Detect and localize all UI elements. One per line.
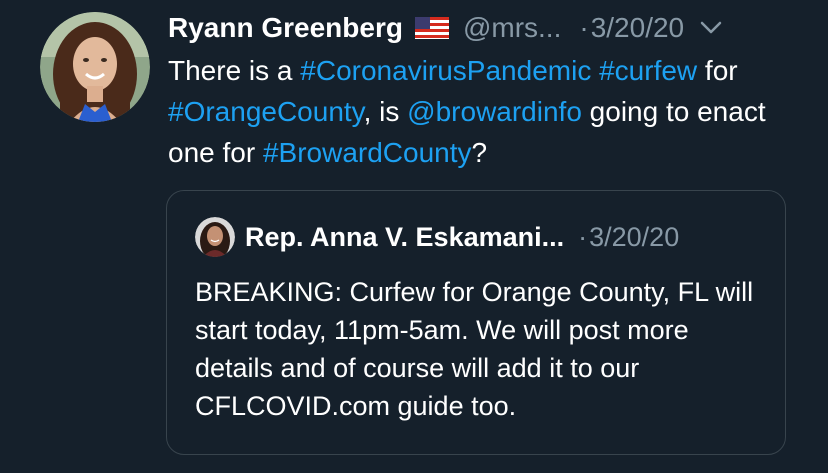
hashtag-orangecounty[interactable]: #OrangeCounty	[168, 96, 364, 127]
tweet-header: Ryann Greenberg @mrs... · 3/20/20	[168, 8, 808, 48]
text-segment: There is a	[168, 55, 301, 86]
author-avatar[interactable]	[40, 12, 150, 122]
hashtag-curfew[interactable]: #curfew	[599, 55, 697, 86]
text-segment: ?	[471, 137, 488, 168]
mention-browardinfo[interactable]: @browardinfo	[407, 96, 582, 127]
us-flag-icon	[414, 17, 449, 39]
tweet-text: There is a #CoronavirusPandemic #curfew …	[168, 50, 808, 173]
hashtag-browardcounty[interactable]: #BrowardCounty	[263, 137, 472, 168]
tweet[interactable]: Ryann Greenberg @mrs... · 3/20/20 There …	[0, 0, 828, 473]
chevron-down-icon[interactable]	[700, 21, 722, 35]
separator-dot: ·	[579, 12, 589, 43]
text-segment: for	[697, 55, 738, 86]
text-segment: , is	[363, 96, 408, 127]
quoted-tweet[interactable]: Rep. Anna V. Eskamani... · 3/20/20 BREAK…	[166, 190, 786, 455]
tweet-date[interactable]: 3/20/20	[591, 12, 684, 44]
text-segment	[591, 55, 599, 86]
quoted-tweet-header: Rep. Anna V. Eskamani... · 3/20/20	[195, 217, 679, 257]
quoted-tweet-date[interactable]: 3/20/20	[589, 222, 679, 253]
author-name[interactable]: Ryann Greenberg	[168, 12, 403, 44]
author-handle[interactable]: @mrs...	[463, 12, 561, 44]
quoted-author-name[interactable]: Rep. Anna V. Eskamani...	[245, 222, 564, 253]
quoted-author-avatar[interactable]	[195, 217, 235, 257]
quoted-tweet-text: BREAKING: Curfew for Orange County, FL w…	[195, 277, 754, 421]
separator-dot: ·	[578, 221, 588, 252]
hashtag-coronaviruspandemic[interactable]: #CoronavirusPandemic	[300, 55, 591, 86]
